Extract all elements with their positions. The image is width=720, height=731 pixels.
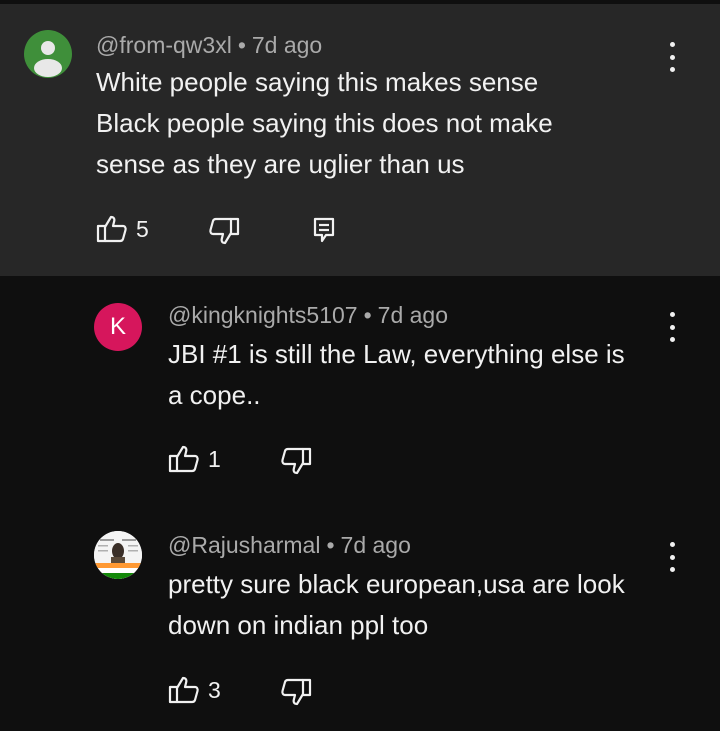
like-count: 5: [136, 215, 149, 242]
comment-meta: @Rajusharmal • 7d ago: [168, 532, 411, 559]
dislike-button[interactable]: [208, 216, 240, 246]
comment-line: a cope..: [168, 380, 261, 410]
comment-meta: @from-qw3xl • 7d ago: [96, 32, 322, 59]
like-button[interactable]: 5: [96, 214, 149, 244]
like-button[interactable]: 1: [168, 444, 221, 474]
like-count: 3: [208, 676, 221, 703]
author-handle[interactable]: @kingknights5107: [168, 302, 358, 328]
comment-text: JBI #1 is still the Law, everything else…: [168, 334, 625, 416]
more-vert-icon[interactable]: [660, 312, 684, 342]
meta-separator: •: [237, 32, 246, 58]
dislike-button[interactable]: [280, 677, 312, 707]
comment-line: down on indian ppl too: [168, 610, 429, 640]
more-vert-icon[interactable]: [660, 42, 684, 72]
comment-reply: @Rajusharmal • 7d ago pretty sure black eu…: [0, 506, 720, 731]
comment-text: pretty sure black european,usa are look …: [168, 564, 625, 646]
more-vert-icon[interactable]: [660, 542, 684, 572]
avatar-image[interactable]: [94, 531, 142, 579]
person-icon: [34, 41, 62, 77]
like-button[interactable]: 3: [168, 675, 221, 705]
reply-button[interactable]: [312, 216, 336, 244]
avatar-letter[interactable]: K: [94, 303, 142, 351]
avatar-default[interactable]: [24, 30, 72, 78]
comment-reply: K @kingknights5107 • 7d ago JBI #1 is stil…: [0, 276, 720, 506]
dislike-button[interactable]: [280, 446, 312, 476]
meta-separator: •: [326, 532, 335, 558]
comment-text: White people saying this makes sense Bla…: [96, 62, 553, 185]
avatar-letter-text: K: [109, 313, 126, 340]
thumbs-up-icon: [168, 445, 199, 473]
meta-separator: •: [363, 302, 372, 328]
comment-line: White people saying this makes sense: [96, 67, 539, 97]
comment-line: Black people saying this does not make: [96, 108, 553, 138]
author-handle[interactable]: @from-qw3xl: [96, 32, 232, 58]
reply-icon: [313, 217, 335, 243]
thumbs-down-icon: [209, 217, 240, 245]
comment-line: sense as they are uglier than us: [96, 149, 465, 179]
comment-time: 7d ago: [251, 32, 323, 58]
comment-time: 7d ago: [340, 532, 411, 558]
thumbs-up-icon: [96, 215, 127, 243]
comment-thread-top: @from-qw3xl • 7d ago White people saying t…: [0, 4, 720, 276]
avatar-picture-icon: [94, 531, 142, 579]
thumbs-up-icon: [168, 676, 199, 704]
like-count: 1: [208, 445, 221, 472]
comment-time: 7d ago: [377, 302, 449, 328]
comment-line: pretty sure black european,usa are look: [168, 569, 625, 599]
author-handle[interactable]: @Rajusharmal: [168, 532, 320, 558]
comment-meta: @kingknights5107 • 7d ago: [168, 302, 448, 329]
thumbs-down-icon: [281, 678, 312, 706]
comment-line: JBI #1 is still the Law, everything else…: [168, 339, 625, 369]
thumbs-down-icon: [281, 447, 312, 475]
